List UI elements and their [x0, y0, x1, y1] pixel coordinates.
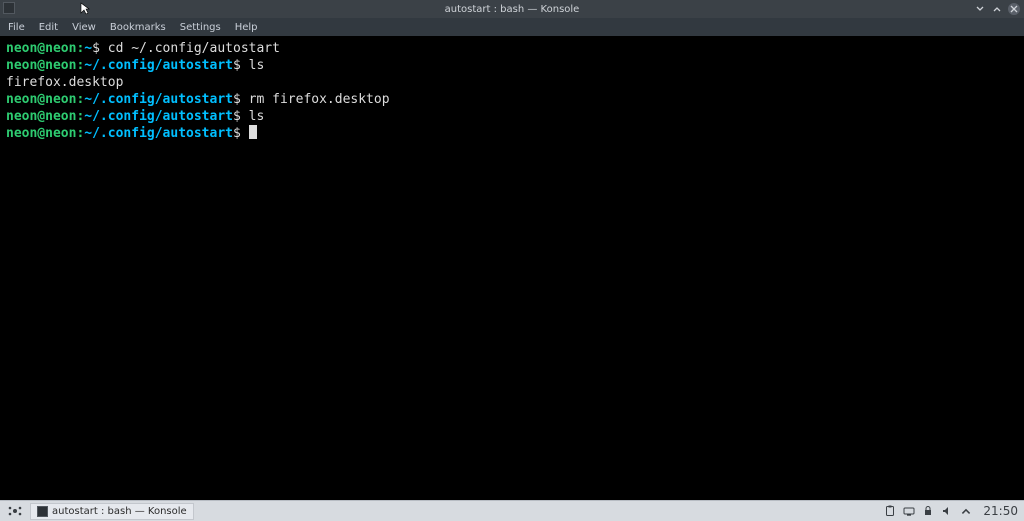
terminal-line: neon@neon:~/.config/autostart$ ls	[6, 108, 1018, 125]
minimize-button[interactable]	[974, 3, 985, 14]
terminal-line: neon@neon:~/.config/autostart$ ls	[6, 57, 1018, 74]
taskbar-task-label: autostart : bash — Konsole	[52, 506, 187, 517]
terminal-line: neon@neon:~/.config/autostart$	[6, 125, 1018, 142]
network-icon[interactable]	[903, 505, 915, 517]
ps1-user: neon@neon	[6, 109, 76, 124]
maximize-button[interactable]	[991, 3, 1002, 14]
terminal-line: neon@neon:~$ cd ~/.config/autostart	[6, 40, 1018, 57]
ps1-user: neon@neon	[6, 126, 76, 141]
menu-file[interactable]: File	[8, 22, 25, 33]
terminal-cursor	[249, 125, 257, 139]
window-controls	[974, 3, 1020, 15]
ps1-dollar: $	[92, 41, 108, 56]
menu-help[interactable]: Help	[235, 22, 258, 33]
terminal-output-text: firefox.desktop	[6, 75, 123, 90]
ps1-path: ~/.config/autostart	[84, 58, 233, 73]
ps1-path: ~/.config/autostart	[84, 126, 233, 141]
terminal-output[interactable]: neon@neon:~$ cd ~/.config/autostartneon@…	[0, 36, 1024, 500]
lock-icon[interactable]	[922, 505, 934, 517]
taskbar: autostart : bash — Konsole 21:50	[0, 500, 1024, 521]
menu-edit[interactable]: Edit	[39, 22, 58, 33]
terminal-command: rm firefox.desktop	[249, 92, 390, 107]
terminal-line: neon@neon:~/.config/autostart$ rm firefo…	[6, 91, 1018, 108]
ps1-dollar: $	[233, 92, 249, 107]
system-tray: 21:50	[884, 504, 1018, 518]
ps1-dollar: $	[233, 109, 249, 124]
ps1-user: neon@neon	[6, 41, 76, 56]
app-launcher-button[interactable]	[6, 502, 24, 520]
menu-bar: File Edit View Bookmarks Settings Help	[0, 18, 1024, 36]
ps1-path: ~/.config/autostart	[84, 109, 233, 124]
window-titlebar: autostart : bash — Konsole	[0, 0, 1024, 18]
app-icon	[3, 2, 15, 14]
terminal-command: ls	[249, 58, 265, 73]
taskbar-task-konsole[interactable]: autostart : bash — Konsole	[30, 503, 194, 520]
menu-bookmarks[interactable]: Bookmarks	[110, 22, 166, 33]
chevron-up-icon[interactable]	[960, 505, 972, 517]
terminal-line: firefox.desktop	[6, 74, 1018, 91]
ps1-path: ~/.config/autostart	[84, 92, 233, 107]
ps1-path: ~	[84, 41, 92, 56]
window-title: autostart : bash — Konsole	[445, 4, 580, 15]
terminal-command: ls	[249, 109, 265, 124]
ps1-user: neon@neon	[6, 92, 76, 107]
volume-icon[interactable]	[941, 505, 953, 517]
mouse-cursor-icon	[80, 2, 90, 16]
ps1-user: neon@neon	[6, 58, 76, 73]
close-button[interactable]	[1008, 3, 1020, 15]
clipboard-icon[interactable]	[884, 505, 896, 517]
ps1-dollar: $	[233, 126, 249, 141]
menu-view[interactable]: View	[72, 22, 96, 33]
terminal-command: cd ~/.config/autostart	[108, 41, 280, 56]
menu-settings[interactable]: Settings	[180, 22, 221, 33]
konsole-icon	[37, 506, 48, 517]
ps1-dollar: $	[233, 58, 249, 73]
taskbar-clock[interactable]: 21:50	[983, 504, 1018, 518]
